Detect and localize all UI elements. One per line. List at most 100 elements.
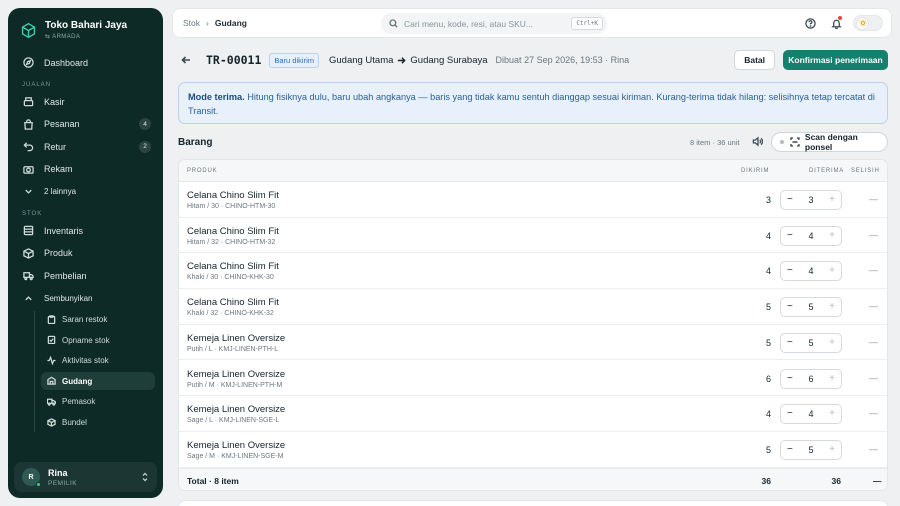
total-received: 36	[831, 476, 841, 486]
increment-button[interactable]: +	[829, 266, 835, 276]
sidebar-item-pesanan[interactable]: Pesanan 4	[16, 114, 155, 134]
sidebar-item-hide[interactable]: Sembunyikan	[16, 288, 155, 308]
sidebar-item-rekam[interactable]: Rekam	[16, 159, 155, 179]
banner-text: Hitung fisiknya dulu, baru ubah angkanya…	[188, 92, 875, 116]
items-count: 8 item · 36 unit	[690, 138, 740, 147]
th-product: PRODUK	[187, 167, 218, 174]
product-variant: Hitam / 32 · CHINO-HTM-32	[187, 238, 276, 246]
table-row: Celana Chino Slim Fit Hitam / 32 · CHINO…	[179, 218, 887, 254]
toggle-knob	[857, 17, 868, 29]
decrement-button[interactable]: −	[787, 409, 793, 419]
received-qty-stepper: − 5 +	[780, 332, 842, 353]
user-menu[interactable]: R Rina PEMILIK	[14, 462, 157, 492]
received-qty[interactable]: 4	[808, 266, 813, 276]
decrement-button[interactable]: −	[787, 337, 793, 348]
breadcrumb-parent[interactable]: Stok	[183, 18, 200, 28]
sidebar-item-kasir[interactable]: Kasir	[16, 92, 155, 112]
route-from: Gudang Utama	[328, 54, 394, 66]
sidebar-item-label: Dashboard	[44, 57, 89, 68]
diff-value: —	[869, 194, 878, 204]
brand[interactable]: Toko Bahari Jaya ⇆ ARMADA	[8, 8, 163, 50]
back-button[interactable]	[178, 52, 194, 68]
decrement-button[interactable]: −	[787, 373, 793, 384]
decrement-button[interactable]: −	[787, 230, 793, 241]
total-label: Total · 8 item	[187, 476, 239, 486]
decrement-button[interactable]: −	[787, 302, 793, 312]
theme-toggle[interactable]	[853, 15, 883, 31]
scan-icon	[790, 137, 800, 147]
sidebar-item-gudang[interactable]: Gudang	[41, 372, 155, 391]
table-row: Kemeja Linen Oversize Putih / L · KMJ-LI…	[179, 325, 887, 361]
sidebar-item-label: Pembelian	[44, 270, 87, 281]
route-to: Gudang Surabaya	[410, 54, 488, 66]
sidebar-item-bundel[interactable]: Bundel	[41, 414, 155, 432]
received-qty[interactable]: 4	[808, 409, 813, 419]
notification-button[interactable]	[827, 14, 845, 32]
sidebar: Toko Bahari Jaya ⇆ ARMADA Dashboard JUAL…	[8, 8, 163, 498]
increment-button[interactable]: +	[829, 195, 835, 205]
sidebar-item-saran-restok[interactable]: Saran restok	[41, 311, 155, 329]
received-qty[interactable]: 5	[808, 302, 813, 312]
received-qty[interactable]: 3	[808, 195, 813, 205]
increment-button[interactable]: +	[829, 373, 835, 384]
retur-count-badge: 2	[139, 140, 151, 153]
sidebar-item-aktivitas-stok[interactable]: Aktivitas stok	[41, 352, 155, 370]
clipboard-icon	[47, 314, 57, 325]
sent-qty: 5	[765, 302, 771, 313]
increment-button[interactable]: +	[829, 302, 835, 312]
increment-button[interactable]: +	[829, 444, 835, 455]
sidebar-item-produk[interactable]: Produk	[16, 243, 155, 263]
th-sent: DIKIRIM	[741, 168, 770, 174]
transfer-header: TR-00011 Baru dikirim Gudang Utama Gudan…	[178, 50, 888, 70]
received-qty[interactable]: 5	[808, 445, 813, 455]
sidebar-item-pembelian[interactable]: Pembelian	[16, 266, 155, 286]
search-input[interactable]	[404, 18, 564, 29]
package-icon	[22, 247, 34, 259]
sent-qty: 4	[765, 230, 771, 241]
increment-button[interactable]: +	[829, 409, 835, 419]
diff-value: —	[869, 408, 878, 419]
help-button[interactable]	[801, 14, 819, 32]
increment-button[interactable]: +	[829, 230, 835, 241]
sound-toggle-button[interactable]	[752, 136, 764, 148]
sidebar-item-retur[interactable]: Retur 2	[16, 137, 155, 157]
product-name: Kemeja Linen Oversize	[187, 439, 286, 451]
user-role: PEMILIK	[48, 479, 78, 487]
decrement-button[interactable]: −	[787, 266, 793, 276]
sidebar-item-label: Inventaris	[44, 225, 84, 236]
sidebar-item-label: Sembunyikan	[44, 293, 93, 303]
table-row: Celana Chino Slim Fit Hitam / 30 · CHINO…	[179, 182, 887, 218]
sidebar-item-opname-stok[interactable]: Opname stok	[41, 331, 155, 349]
product-variant: Sage / M · KMJ-LINEN-SGE-M	[187, 452, 284, 460]
cancel-button[interactable]: Batal	[734, 50, 775, 70]
sidebar-item-pemasok[interactable]: Pemasok	[41, 393, 155, 411]
search-box[interactable]: Ctrl+K	[381, 13, 607, 34]
search-icon	[389, 19, 398, 28]
sent-qty: 6	[765, 373, 771, 384]
sidebar-item-more[interactable]: 2 lainnya	[16, 182, 155, 202]
sidebar-nav: Dashboard JUALAN Kasir Pesanan 4 Retur 2…	[8, 53, 163, 432]
transfer-route: Gudang Utama Gudang Surabaya	[329, 55, 488, 66]
table-row: Kemeja Linen Oversize Sage / L · KMJ-LIN…	[179, 396, 887, 432]
warehouse-icon	[47, 376, 57, 386]
product-variant: Hitam / 30 · CHINO-HTM-30	[187, 203, 276, 210]
received-qty[interactable]: 4	[808, 231, 813, 241]
confirm-receipt-button[interactable]: Konfirmasi penerimaan	[783, 50, 888, 70]
received-qty[interactable]: 5	[808, 338, 813, 348]
receive-mode-banner: Mode terima. Hitung fisiknya dulu, baru …	[178, 82, 888, 124]
sidebar-item-label: Pemasok	[62, 397, 96, 407]
breadcrumb-current: Gudang	[214, 18, 247, 28]
received-qty[interactable]: 6	[808, 374, 813, 384]
sidebar-item-label: Retur	[44, 141, 67, 152]
scan-phone-label: Scan dengan ponsel	[804, 132, 858, 152]
scan-phone-button[interactable]: Scan dengan ponsel	[771, 132, 888, 152]
sidebar-item-label: Rekam	[44, 164, 73, 174]
nav-section-jualan: JUALAN	[22, 81, 52, 88]
sidebar-item-inventaris[interactable]: Inventaris	[16, 221, 155, 241]
decrement-button[interactable]: −	[787, 195, 793, 205]
diff-value: —	[869, 265, 878, 276]
received-qty-stepper: − 5 +	[780, 297, 842, 318]
decrement-button[interactable]: −	[787, 444, 793, 455]
sidebar-item-dashboard[interactable]: Dashboard	[16, 53, 155, 73]
increment-button[interactable]: +	[829, 337, 835, 348]
